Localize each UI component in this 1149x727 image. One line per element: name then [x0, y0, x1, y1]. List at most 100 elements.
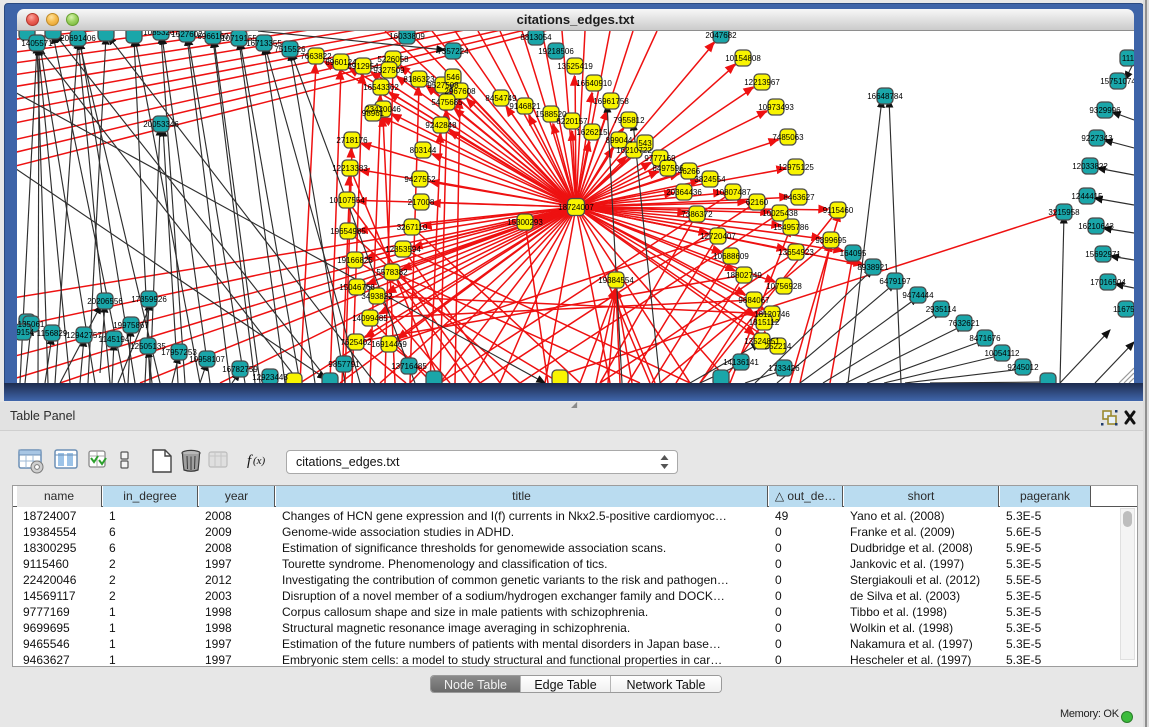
- svg-text:12942757: 12942757: [66, 331, 102, 340]
- svg-text:543: 543: [638, 139, 652, 148]
- svg-text:9427552: 9427552: [404, 175, 436, 184]
- svg-text:8220157: 8220157: [556, 117, 588, 126]
- svg-text:2047682: 2047682: [705, 31, 737, 40]
- svg-text:19218506: 19218506: [538, 47, 574, 56]
- svg-text:10807487: 10807487: [715, 188, 751, 197]
- svg-text:18802749: 18802749: [726, 271, 762, 280]
- svg-text:10688609: 10688609: [713, 252, 749, 261]
- svg-text:9227343: 9227343: [1081, 134, 1113, 143]
- svg-text:3215958: 3215958: [1048, 208, 1080, 217]
- svg-text:10107554: 10107554: [329, 196, 365, 205]
- svg-text:12353594: 12353594: [385, 245, 421, 254]
- svg-text:19384554: 19384554: [598, 276, 634, 285]
- svg-text:6479197: 6479197: [879, 277, 911, 286]
- svg-text:2935114: 2935114: [926, 305, 957, 314]
- svg-text:15300293: 15300293: [507, 218, 543, 227]
- svg-text:9777169: 9777169: [644, 154, 676, 163]
- svg-text:7485063: 7485063: [772, 133, 804, 142]
- svg-text:17359926: 17359926: [131, 295, 167, 304]
- svg-text:8471676: 8471676: [969, 334, 1001, 343]
- svg-text:16648784: 16648784: [867, 92, 903, 101]
- svg-text:9242848: 9242848: [425, 121, 457, 130]
- svg-text:1626215: 1626215: [576, 128, 608, 137]
- svg-text:803144: 803144: [410, 146, 437, 155]
- svg-text:14099485: 14099485: [352, 314, 388, 323]
- svg-text:3824554: 3824554: [694, 175, 726, 184]
- svg-text:18724007: 18724007: [558, 203, 594, 212]
- svg-text:19654985: 19654985: [330, 227, 366, 236]
- svg-text:7632621: 7632621: [948, 319, 980, 328]
- svg-text:7386372: 7386372: [681, 210, 713, 219]
- svg-text:8813054: 8813054: [520, 33, 552, 42]
- svg-text:19166825: 19166825: [337, 256, 373, 265]
- svg-text:9474444: 9474444: [902, 291, 934, 300]
- svg-text:9329996: 9329996: [1089, 106, 1121, 115]
- svg-text:16543362: 16543362: [363, 83, 399, 92]
- svg-text:10756928: 10756928: [766, 282, 802, 291]
- svg-text:16640910: 16640910: [576, 79, 612, 88]
- svg-text:16210643: 16210643: [1078, 222, 1114, 231]
- svg-text:3493822: 3493822: [361, 292, 393, 301]
- svg-text:2718176: 2718176: [336, 136, 368, 145]
- svg-text:10973493: 10973493: [758, 103, 794, 112]
- svg-text:10025438: 10025438: [762, 209, 798, 218]
- svg-text:13525419: 13525419: [557, 62, 593, 71]
- svg-text:12923448: 12923448: [252, 373, 288, 382]
- svg-text:1733426: 1733426: [768, 364, 800, 373]
- svg-text:16961758: 16961758: [593, 97, 629, 106]
- svg-text:20364436: 20364436: [666, 188, 702, 197]
- svg-text:39154: 39154: [17, 328, 35, 337]
- svg-text:15751074: 15751074: [1100, 77, 1134, 86]
- svg-text:62160: 62160: [746, 198, 769, 207]
- svg-text:3267110: 3267110: [397, 223, 428, 232]
- svg-text:9684067: 9684067: [738, 296, 770, 305]
- svg-text:9899695: 9899695: [815, 236, 847, 245]
- svg-text:7955812: 7955812: [613, 116, 645, 125]
- svg-text:164095: 164095: [840, 249, 867, 258]
- svg-text:10154808: 10154808: [725, 54, 761, 63]
- svg-text:12213383: 12213383: [332, 164, 368, 173]
- svg-text:5226058: 5226058: [377, 55, 409, 64]
- svg-text:15046766: 15046766: [339, 283, 375, 292]
- svg-text:8463627: 8463627: [783, 193, 815, 202]
- svg-text:5475685: 5475685: [431, 98, 463, 107]
- svg-text:16914469: 16914469: [371, 340, 407, 349]
- svg-text:5578382: 5578382: [376, 268, 408, 277]
- svg-text:1244415: 1244415: [1071, 192, 1103, 201]
- svg-text:899044: 899044: [606, 136, 633, 145]
- svg-text:111: 111: [1122, 54, 1134, 63]
- svg-text:10958107: 10958107: [189, 355, 225, 364]
- svg-text:116753: 116753: [1113, 305, 1134, 314]
- svg-text:12033822: 12033822: [1072, 162, 1108, 171]
- svg-text:(x): (x): [253, 455, 266, 467]
- svg-text:7357224: 7357224: [437, 47, 469, 56]
- svg-text:17016504: 17016504: [1090, 278, 1126, 287]
- svg-text:13654923: 13654923: [778, 248, 814, 257]
- svg-text:98961: 98961: [362, 109, 385, 118]
- svg-text:12213967: 12213967: [744, 78, 780, 87]
- svg-text:20053346: 20053346: [143, 120, 179, 129]
- svg-text:9245012: 9245012: [1007, 363, 1039, 372]
- svg-text:20206556: 20206556: [87, 297, 123, 306]
- svg-text:9327509: 9327509: [373, 66, 405, 75]
- svg-text:12975125: 12975125: [778, 163, 814, 172]
- svg-text:1815112: 1815112: [749, 318, 780, 327]
- svg-text:16033809: 16033809: [389, 32, 425, 41]
- svg-text:15692971: 15692971: [1085, 250, 1121, 259]
- svg-text:12720407: 12720407: [700, 232, 736, 241]
- svg-text:19975867: 19975867: [113, 321, 149, 330]
- svg-text:7625402: 7625402: [340, 338, 372, 347]
- svg-text:13716485: 13716485: [391, 362, 427, 371]
- svg-text:9115460: 9115460: [823, 206, 854, 215]
- svg-text:8938921: 8938921: [857, 263, 889, 272]
- svg-text:20691406: 20691406: [60, 34, 96, 43]
- svg-text:2967608: 2967608: [444, 87, 476, 96]
- svg-text:1405571: 1405571: [21, 39, 53, 48]
- svg-text:14136141: 14136141: [723, 358, 759, 367]
- svg-text:9857791: 9857791: [328, 360, 360, 369]
- svg-text:546: 546: [446, 73, 460, 82]
- svg-text:1145194: 1145194: [99, 335, 130, 344]
- svg-text:252214: 252214: [765, 342, 792, 351]
- svg-text:10054112: 10054112: [985, 349, 1021, 358]
- svg-text:15495786: 15495786: [773, 223, 809, 232]
